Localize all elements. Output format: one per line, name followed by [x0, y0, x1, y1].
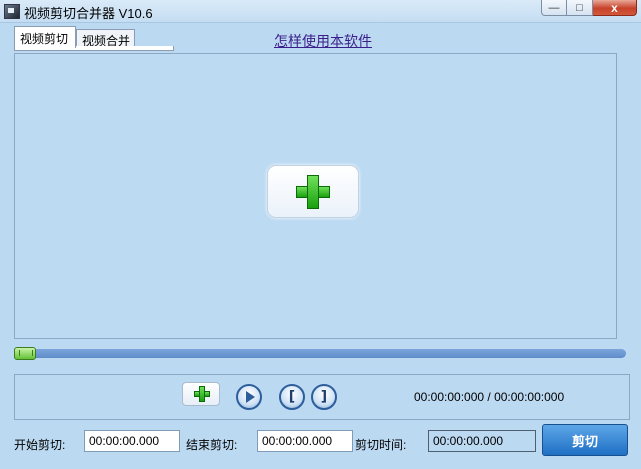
- app-icon: [4, 4, 20, 19]
- add-file-button[interactable]: [182, 382, 220, 406]
- playback-controls: [ ] 00:00:00:000 / 00:00:00:000: [14, 374, 630, 420]
- mark-start-button[interactable]: [: [279, 384, 305, 410]
- mark-end-button[interactable]: ]: [311, 384, 337, 410]
- maximize-icon: □: [576, 1, 583, 14]
- start-cut-label: 开始剪切:: [14, 438, 66, 452]
- seek-bar[interactable]: [14, 347, 626, 360]
- tab-video-cut[interactable]: 视频剪切: [14, 26, 76, 48]
- window-title: 视频剪切合并器 V10.6: [24, 6, 153, 21]
- cut-button[interactable]: 剪切: [542, 424, 628, 456]
- window-controls: — □ x: [541, 0, 637, 16]
- green-plus-icon: [296, 175, 330, 209]
- close-button[interactable]: x: [593, 0, 637, 16]
- start-cut-field[interactable]: [84, 430, 180, 452]
- help-link[interactable]: 怎样使用本软件: [274, 31, 372, 51]
- close-icon: x: [611, 0, 618, 15]
- title-bar: 视频剪切合并器 V10.6 — □ x: [0, 0, 641, 23]
- end-cut-label: 结束剪切:: [186, 438, 238, 452]
- minimize-button[interactable]: —: [541, 0, 567, 16]
- minimize-icon: —: [548, 1, 560, 14]
- cut-duration-field: [428, 430, 536, 452]
- bracket-right-icon: ]: [320, 389, 328, 405]
- video-preview-area[interactable]: [14, 53, 617, 339]
- play-button[interactable]: [236, 384, 262, 410]
- time-display: 00:00:00:000 / 00:00:00:000: [414, 390, 565, 404]
- bracket-left-icon: [: [288, 389, 296, 405]
- seek-handle[interactable]: [14, 347, 36, 360]
- add-video-button[interactable]: [267, 165, 359, 218]
- green-plus-icon: [194, 386, 210, 402]
- cut-duration-label: 剪切时间:: [355, 438, 407, 452]
- play-icon: [246, 391, 255, 403]
- maximize-button[interactable]: □: [567, 0, 593, 16]
- end-cut-field[interactable]: [257, 430, 353, 452]
